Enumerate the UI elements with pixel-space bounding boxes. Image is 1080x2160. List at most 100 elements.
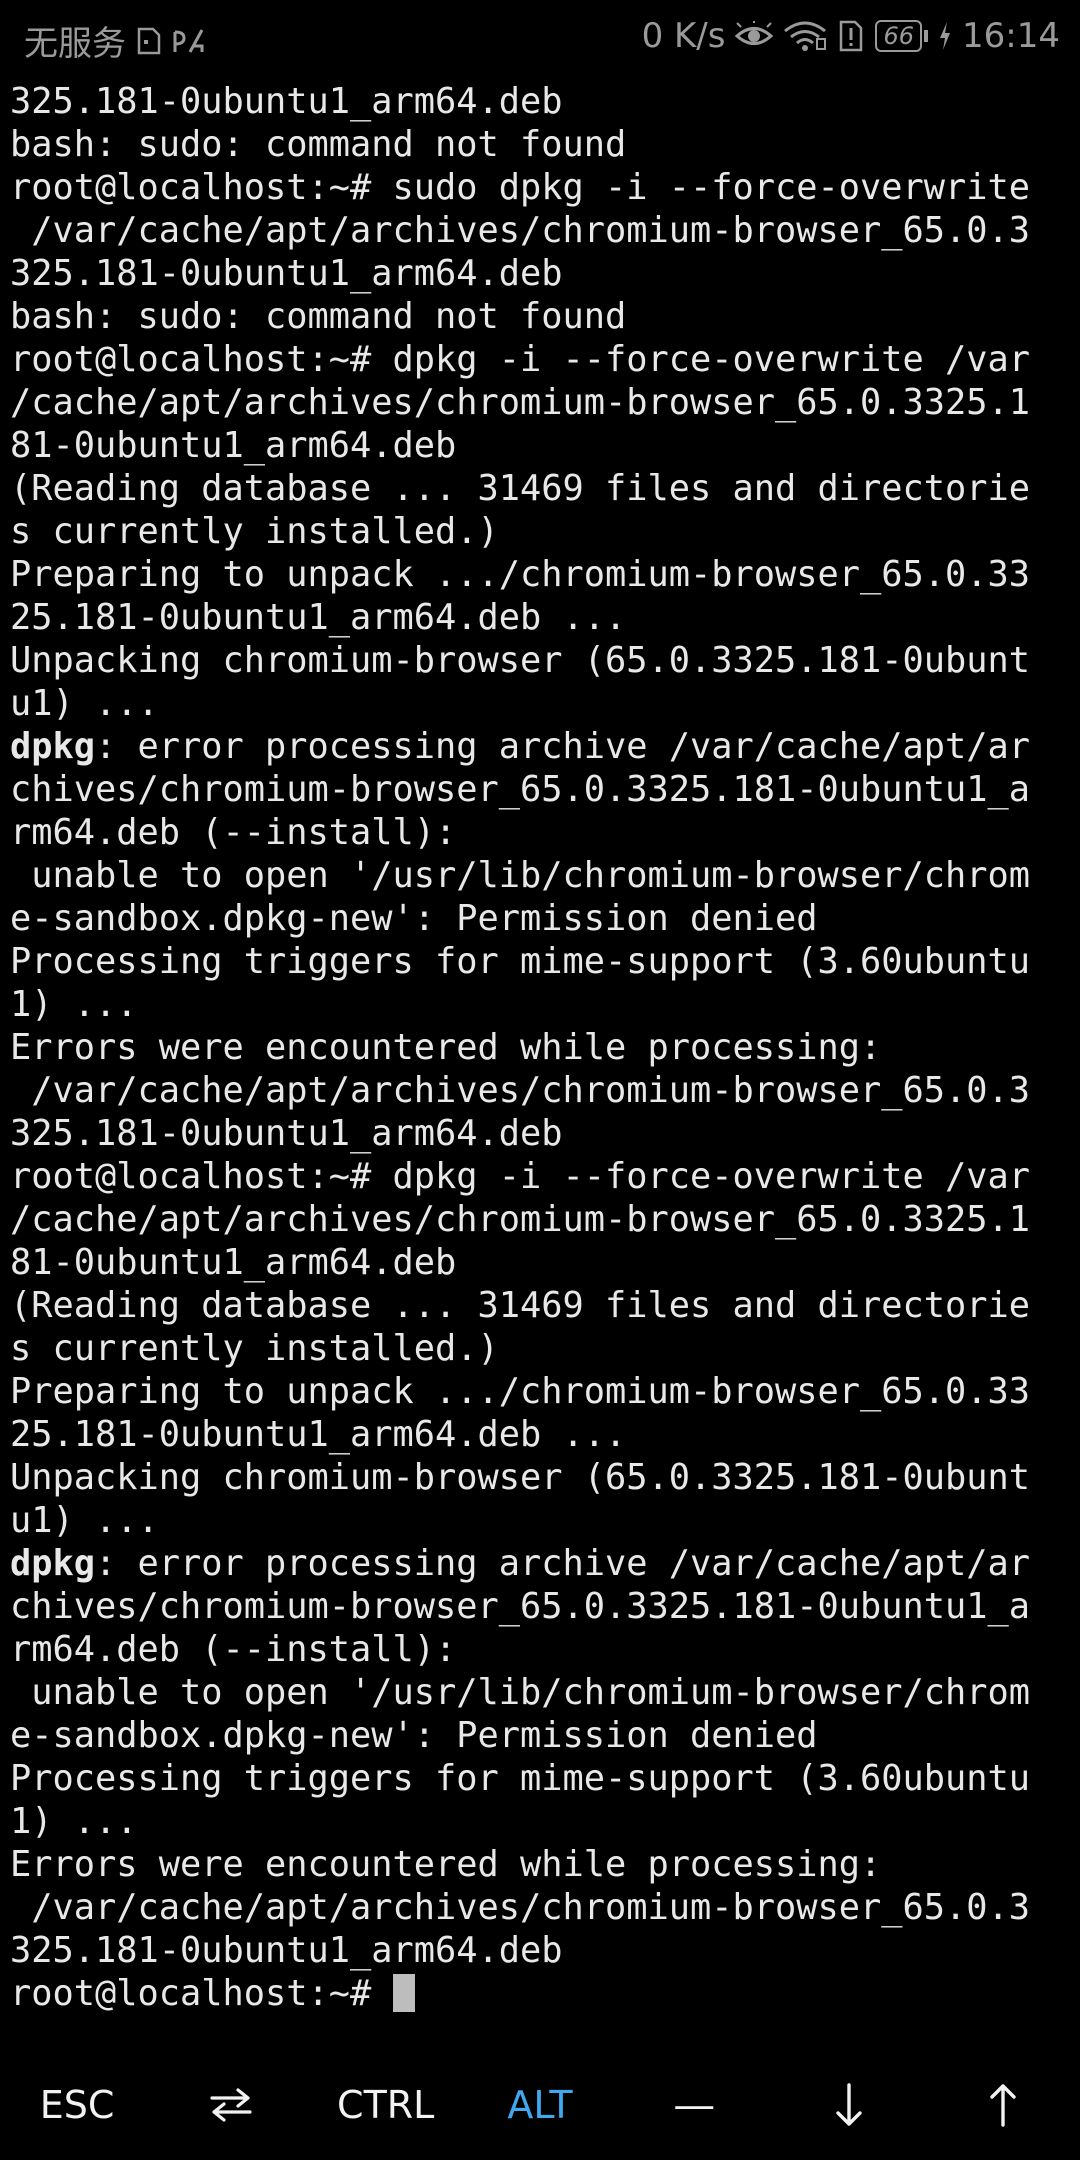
status-bar: 无服务 0 K/s 66 16:14 (0, 0, 1080, 72)
terminal-line: e-sandbox.dpkg-new': Permission denied (10, 1714, 1070, 1757)
terminal-line-text: /var/cache/apt/archives/chromium-browser… (10, 210, 1031, 251)
terminal-line: /var/cache/apt/archives/chromium-browser… (10, 1886, 1070, 1929)
battery-level: 66 (875, 20, 923, 52)
terminal-line: bash: sudo: command not found (10, 123, 1070, 166)
terminal-line-text: 325.181-0ubuntu1_arm64.deb (10, 1113, 563, 1154)
terminal-line-text: /cache/apt/archives/chromium-browser_65.… (10, 1199, 1031, 1240)
terminal-line: (Reading database ... 31469 files and di… (10, 1284, 1070, 1327)
battery-icon: 66 (875, 20, 929, 52)
terminal-line: rm64.deb (--install): (10, 811, 1070, 854)
terminal-line-text: root@localhost:~# dpkg -i --force-overwr… (10, 339, 1031, 380)
terminal-line-text: rm64.deb (--install): (10, 1629, 457, 1670)
terminal-line: s currently installed.) (10, 1327, 1070, 1370)
terminal-line: s currently installed.) (10, 510, 1070, 553)
terminal-line-text: /var/cache/apt/archives/chromium-browser… (10, 1887, 1031, 1928)
clock: 16:14 (962, 16, 1060, 56)
terminal-line: Processing triggers for mime-support (3.… (10, 940, 1070, 983)
status-bar-right: 0 K/s 66 16:14 (642, 16, 1060, 56)
network-speed: 0 K/s (641, 16, 726, 56)
terminal-line-text: e-sandbox.dpkg-new': Permission denied (10, 1715, 818, 1756)
terminal-line-text: e-sandbox.dpkg-new': Permission denied (10, 898, 818, 939)
terminal-line-text: Errors were encountered while processing… (10, 1027, 882, 1068)
terminal-line: Errors were encountered while processing… (10, 1843, 1070, 1886)
terminal-line: dpkg: error processing archive /var/cach… (10, 725, 1070, 768)
terminal-line: root@localhost:~# dpkg -i --force-overwr… (10, 1155, 1070, 1198)
terminal-line: Preparing to unpack .../chromium-browser… (10, 553, 1070, 596)
terminal-line: e-sandbox.dpkg-new': Permission denied (10, 897, 1070, 940)
terminal-cursor[interactable] (392, 1974, 415, 2012)
terminal-output[interactable]: 325.181-0ubuntu1_arm64.deb bash: sudo: co… (10, 80, 1070, 2015)
terminal-line-text: s currently installed.) (10, 511, 499, 552)
terminal-line-text: (Reading database ... 31469 files and di… (10, 468, 1031, 509)
key-alt[interactable]: ALT (463, 2062, 617, 2148)
data-signal-icon (172, 26, 206, 56)
terminal-line: bash: sudo: command not found (10, 295, 1070, 338)
terminal-line: 81-0ubuntu1_arm64.deb (10, 1241, 1070, 1284)
extra-keys-bar: ESC CTRL ALT ― (0, 2062, 1080, 2148)
terminal-bold-text: dpkg (10, 726, 96, 767)
wifi-icon (783, 21, 827, 51)
terminal-line-text: 325.181-0ubuntu1_arm64.deb (10, 1930, 563, 1971)
terminal-line-text: unable to open '/usr/lib/chromium-browse… (10, 855, 1031, 896)
key-tab[interactable] (154, 2062, 308, 2148)
key-down[interactable] (771, 2062, 925, 2148)
terminal-line-text: Unpacking chromium-browser (65.0.3325.18… (10, 1457, 1031, 1498)
charging-icon (938, 21, 952, 51)
key-up[interactable] (926, 2062, 1080, 2148)
terminal-line: chives/chromium-browser_65.0.3325.181-0u… (10, 768, 1070, 811)
terminal-line-text: Errors were encountered while processing… (10, 1844, 882, 1885)
terminal-line-text: (Reading database ... 31469 files and di… (10, 1285, 1031, 1326)
terminal-line-text: chives/chromium-browser_65.0.3325.181-0u… (10, 769, 1031, 810)
terminal-line: 1) ... (10, 1800, 1070, 1843)
terminal-line-text: 1) ... (10, 1801, 138, 1842)
terminal-line-text: chives/chromium-browser_65.0.3325.181-0u… (10, 1586, 1031, 1627)
terminal-line: Preparing to unpack .../chromium-browser… (10, 1370, 1070, 1413)
terminal-line: rm64.deb (--install): (10, 1628, 1070, 1671)
terminal-line-text: 81-0ubuntu1_arm64.deb (10, 425, 457, 466)
terminal-line-text: root@localhost:~# sudo dpkg -i --force-o… (10, 167, 1031, 208)
terminal-line: /var/cache/apt/archives/chromium-browser… (10, 209, 1070, 252)
terminal-line-text: Preparing to unpack .../chromium-browser… (10, 554, 1031, 595)
terminal-line: 325.181-0ubuntu1_arm64.deb (10, 1929, 1070, 1972)
key-ctrl[interactable]: CTRL (309, 2062, 463, 2148)
terminal-bold-text: dpkg (10, 1543, 96, 1584)
terminal-line-text: 81-0ubuntu1_arm64.deb (10, 1242, 457, 1283)
terminal-line-text: : error processing archive /var/cache/ap… (95, 1543, 1031, 1584)
terminal-line: dpkg: error processing archive /var/cach… (10, 1542, 1070, 1585)
terminal-line-text: 1) ... (10, 984, 138, 1025)
terminal-line: Unpacking chromium-browser (65.0.3325.18… (10, 1456, 1070, 1499)
terminal-line-text: u1) ... (10, 1500, 159, 1541)
terminal-line-text: 325.181-0ubuntu1_arm64.deb (10, 253, 563, 294)
terminal-line: 25.181-0ubuntu1_arm64.deb ... (10, 1413, 1070, 1456)
terminal-line: /cache/apt/archives/chromium-browser_65.… (10, 1198, 1070, 1241)
terminal-line-text: 25.181-0ubuntu1_arm64.deb ... (10, 597, 627, 638)
terminal-line-text: unable to open '/usr/lib/chromium-browse… (10, 1672, 1031, 1713)
terminal-line-text: 25.181-0ubuntu1_arm64.deb ... (10, 1414, 627, 1455)
status-bar-left: 无服务 (24, 16, 206, 65)
terminal-line-text: /var/cache/apt/archives/chromium-browser… (10, 1070, 1031, 1111)
arrow-down-icon (834, 2082, 864, 2128)
terminal-line-text: /cache/apt/archives/chromium-browser_65.… (10, 382, 1031, 423)
terminal-prompt-line[interactable]: root@localhost:~# (10, 1972, 1070, 2015)
terminal-line: unable to open '/usr/lib/chromium-browse… (10, 1671, 1070, 1714)
terminal-line: 1) ... (10, 983, 1070, 1026)
terminal-line: Processing triggers for mime-support (3.… (10, 1757, 1070, 1800)
key-dash[interactable]: ― (617, 2062, 771, 2148)
terminal-line-text: rm64.deb (--install): (10, 812, 457, 853)
terminal-prompt: root@localhost:~# (10, 1973, 393, 2014)
terminal-line-text: Processing triggers for mime-support (3.… (10, 1758, 1031, 1799)
terminal-line: (Reading database ... 31469 files and di… (10, 467, 1070, 510)
key-dash-label: ― (675, 2083, 714, 2127)
terminal-line: root@localhost:~# dpkg -i --force-overwr… (10, 338, 1070, 381)
sim-icon (134, 26, 164, 56)
carrier-text: 无服务 (24, 24, 126, 64)
terminal-line: u1) ... (10, 1499, 1070, 1542)
tab-arrows-icon (208, 2085, 254, 2125)
terminal-line-text: bash: sudo: command not found (10, 296, 627, 337)
terminal-line: root@localhost:~# sudo dpkg -i --force-o… (10, 166, 1070, 209)
terminal-line: 325.181-0ubuntu1_arm64.deb (10, 1112, 1070, 1155)
key-esc[interactable]: ESC (0, 2062, 154, 2148)
terminal-line-text: Processing triggers for mime-support (3.… (10, 941, 1031, 982)
terminal-line-text: 325.181-0ubuntu1_arm64.deb (10, 81, 563, 122)
terminal-line: unable to open '/usr/lib/chromium-browse… (10, 854, 1070, 897)
